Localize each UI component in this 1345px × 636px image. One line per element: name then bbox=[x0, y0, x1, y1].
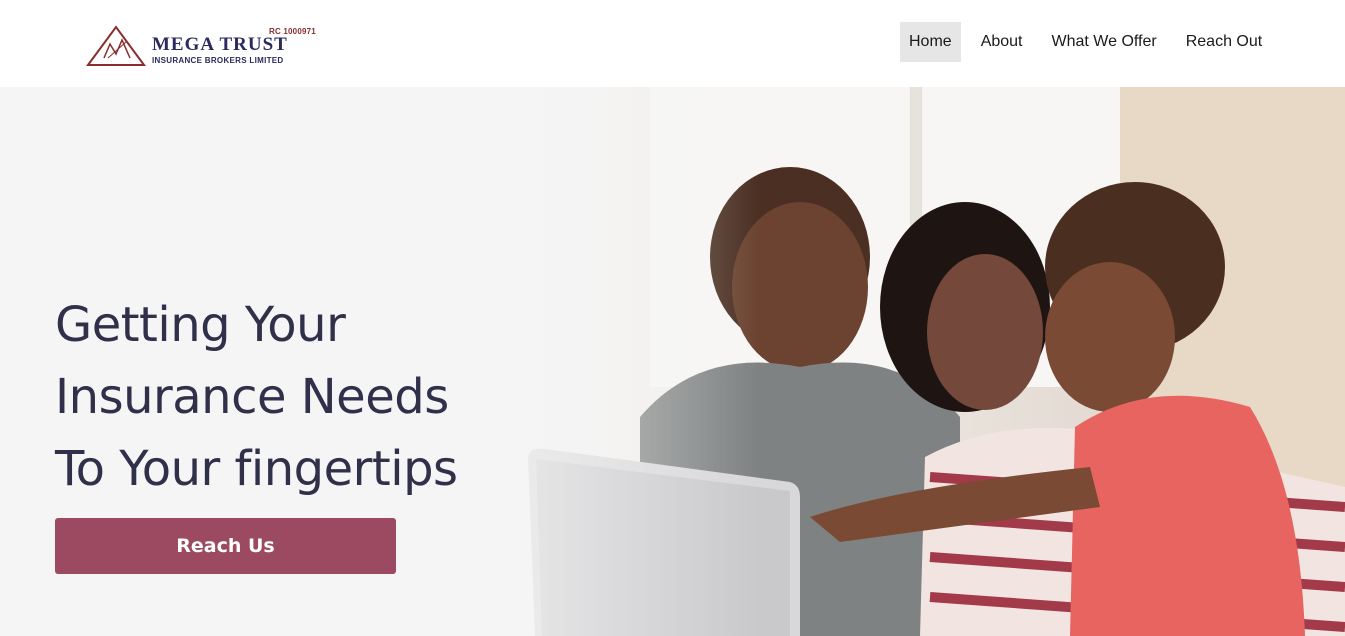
logo-mountain-icon bbox=[86, 25, 146, 66]
hero-section: Getting Your Insurance Needs To Your fin… bbox=[0, 87, 1345, 636]
nav-item-about[interactable]: About bbox=[972, 22, 1032, 62]
headline-line-3: To Your fingertips bbox=[55, 441, 458, 497]
headline-line-1: Getting Your bbox=[55, 297, 346, 353]
nav-item-home[interactable]: Home bbox=[900, 22, 961, 62]
hero-headline: Getting Your Insurance Needs To Your fin… bbox=[55, 289, 575, 505]
headline-line-2: Insurance Needs bbox=[55, 369, 449, 425]
reach-us-button[interactable]: Reach Us bbox=[55, 518, 396, 574]
logo-tagline: INSURANCE BROKERS LIMITED bbox=[152, 56, 284, 65]
logo-brand-name: MEGA TRUST bbox=[152, 34, 288, 55]
nav-item-reach-out[interactable]: Reach Out bbox=[1177, 22, 1271, 62]
mega-trust-logo[interactable]: RC 1000971 MEGA TRUST INSURANCE BROKERS … bbox=[86, 24, 316, 68]
nav-item-what-we-offer[interactable]: What We Offer bbox=[1043, 22, 1166, 62]
site-header: RC 1000971 MEGA TRUST INSURANCE BROKERS … bbox=[0, 0, 1345, 87]
main-nav: Home About What We Offer Reach Out bbox=[900, 22, 1271, 62]
